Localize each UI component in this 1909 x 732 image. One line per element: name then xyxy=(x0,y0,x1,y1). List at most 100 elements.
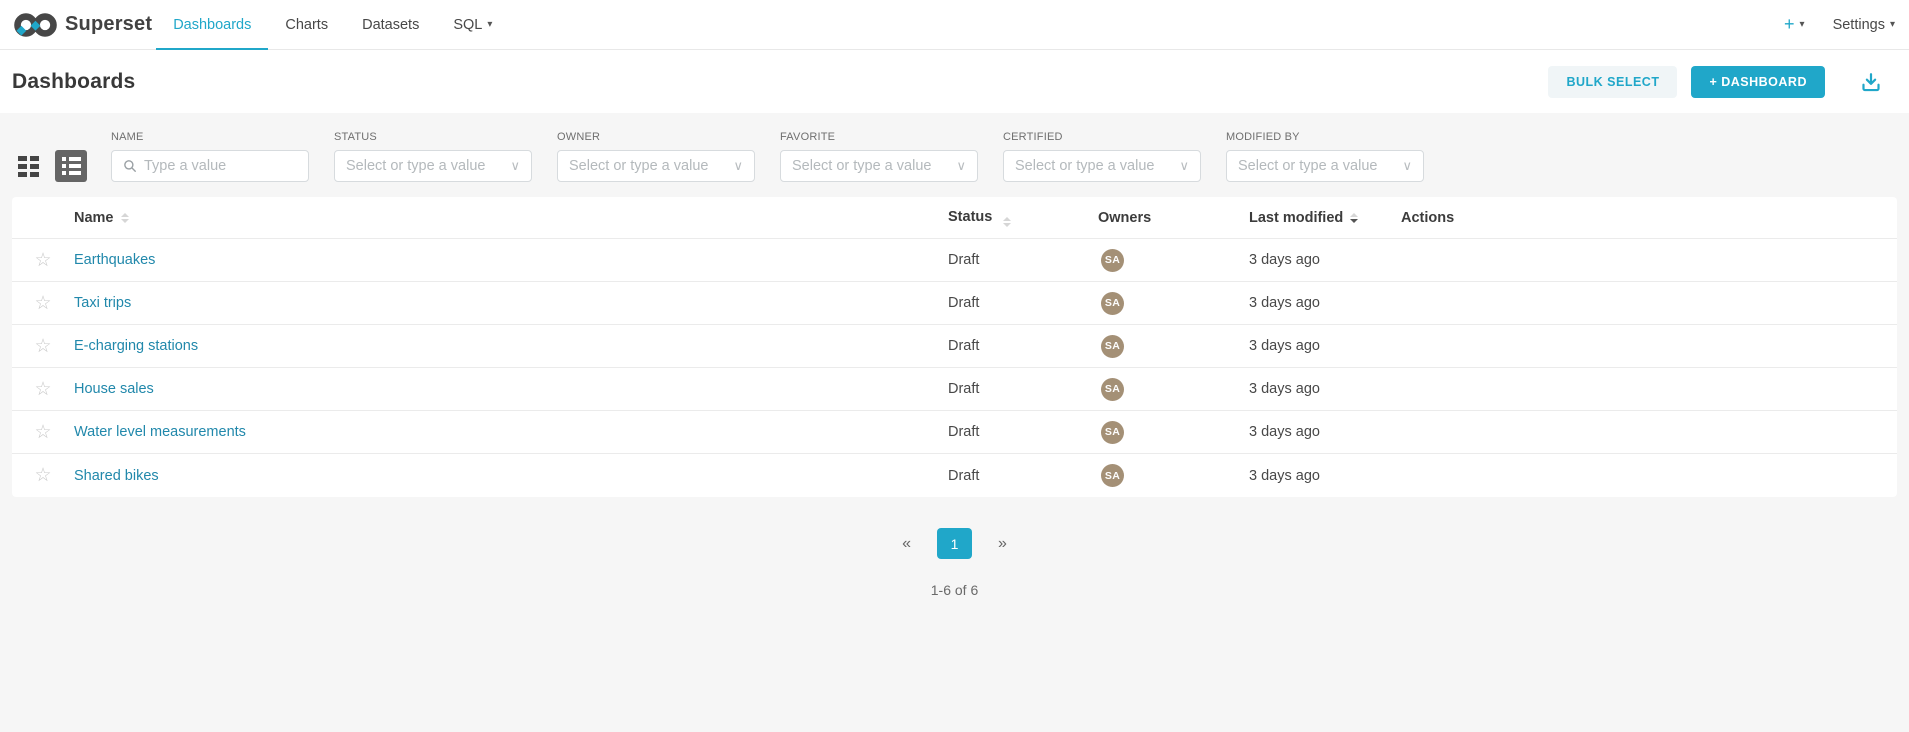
dashboard-link[interactable]: E-charging stations xyxy=(74,338,198,354)
name-search-input[interactable] xyxy=(144,158,297,174)
nav-tab-datasets[interactable]: Datasets xyxy=(345,0,436,49)
pagination: « 1 » xyxy=(0,528,1909,559)
owner-avatar[interactable]: SA xyxy=(1101,421,1124,444)
nav-tab-charts[interactable]: Charts xyxy=(268,0,345,49)
filter-modified-by: MODIFIED BY Select or type a value ∨ xyxy=(1226,131,1424,182)
favorite-star-icon[interactable]: ☆ xyxy=(34,423,51,442)
status-select[interactable]: Select or type a value ∨ xyxy=(334,150,532,182)
table-row: ☆ Earthquakes Draft SA 3 days ago xyxy=(12,239,1897,282)
nav-tab-label: SQL xyxy=(453,17,482,33)
page-header: Dashboards BULK SELECT + DASHBOARD xyxy=(0,50,1909,113)
last-modified-cell: 3 days ago xyxy=(1249,381,1401,397)
owner-avatar[interactable]: SA xyxy=(1101,292,1124,315)
filter-bar: NAME STATUS Select or type a value ∨ OWN… xyxy=(111,131,1424,182)
owner-avatar[interactable]: SA xyxy=(1101,464,1124,487)
chevron-down-icon: ∨ xyxy=(956,158,966,174)
dashboard-link[interactable]: Shared bikes xyxy=(74,468,159,484)
nav-tab-dashboards[interactable]: Dashboards xyxy=(156,0,268,49)
column-header-name[interactable]: Name xyxy=(74,210,948,226)
status-cell: Draft xyxy=(948,381,1098,397)
download-icon xyxy=(1860,71,1882,93)
favorite-star-icon[interactable]: ☆ xyxy=(34,466,51,485)
owner-avatar[interactable]: SA xyxy=(1101,378,1124,401)
nav-tab-sql[interactable]: SQL ▾ xyxy=(436,0,509,49)
last-modified-cell: 3 days ago xyxy=(1249,252,1401,268)
filter-label: CERTIFIED xyxy=(1003,131,1201,143)
settings-menu-button[interactable]: Settings ▾ xyxy=(1833,17,1895,33)
filter-certified: CERTIFIED Select or type a value ∨ xyxy=(1003,131,1201,182)
table-row: ☆ Taxi trips Draft SA 3 days ago xyxy=(12,282,1897,325)
navbar-right: + ▾ Settings ▾ xyxy=(1784,0,1895,49)
owner-avatar[interactable]: SA xyxy=(1101,249,1124,272)
select-placeholder: Select or type a value xyxy=(1238,158,1395,174)
filter-name: NAME xyxy=(111,131,309,182)
filter-owner: OWNER Select or type a value ∨ xyxy=(557,131,755,182)
chevron-down-icon: ∨ xyxy=(1402,158,1412,174)
favorite-star-icon[interactable]: ☆ xyxy=(34,294,51,313)
status-cell: Draft xyxy=(948,295,1098,311)
filter-label: OWNER xyxy=(557,131,755,143)
select-placeholder: Select or type a value xyxy=(346,158,503,174)
owner-select[interactable]: Select or type a value ∨ xyxy=(557,150,755,182)
favorite-star-icon[interactable]: ☆ xyxy=(34,251,51,270)
dashboard-link[interactable]: Taxi trips xyxy=(74,295,131,311)
header-actions: BULK SELECT + DASHBOARD xyxy=(1548,66,1882,98)
import-dashboards-button[interactable] xyxy=(1860,71,1882,93)
favorite-star-icon[interactable]: ☆ xyxy=(34,380,51,399)
table-row: ☆ Water level measurements Draft SA 3 da… xyxy=(12,411,1897,454)
filter-favorite: FAVORITE Select or type a value ∨ xyxy=(780,131,978,182)
status-cell: Draft xyxy=(948,424,1098,440)
filter-label: STATUS xyxy=(334,131,532,143)
filter-label: FAVORITE xyxy=(780,131,978,143)
certified-select[interactable]: Select or type a value ∨ xyxy=(1003,150,1201,182)
next-page-button[interactable]: » xyxy=(989,535,1016,553)
nav-tab-label: Datasets xyxy=(362,17,419,33)
pagination-summary: 1-6 of 6 xyxy=(0,582,1909,598)
sort-icon xyxy=(121,213,129,223)
dashboard-link[interactable]: Earthquakes xyxy=(74,252,155,268)
dashboard-link[interactable]: Water level measurements xyxy=(74,424,246,440)
last-modified-cell: 3 days ago xyxy=(1249,338,1401,354)
table-row: ☆ House sales Draft SA 3 days ago xyxy=(12,368,1897,411)
sort-icon xyxy=(1003,217,1011,227)
add-dashboard-button[interactable]: + DASHBOARD xyxy=(1691,66,1825,98)
dashboard-link[interactable]: House sales xyxy=(74,381,154,397)
current-page-button[interactable]: 1 xyxy=(937,528,972,559)
new-item-menu-button[interactable]: + ▾ xyxy=(1784,14,1805,35)
previous-page-button[interactable]: « xyxy=(893,535,920,553)
name-search-box xyxy=(111,150,309,182)
table-row: ☆ E-charging stations Draft SA 3 days ag… xyxy=(12,325,1897,368)
superset-logo-icon xyxy=(12,10,59,40)
column-header-owners: Owners xyxy=(1098,210,1249,226)
nav-tab-label: Dashboards xyxy=(173,17,251,33)
chevron-down-icon: ∨ xyxy=(510,158,520,174)
chevron-down-icon: ∨ xyxy=(733,158,743,174)
favorite-star-icon[interactable]: ☆ xyxy=(34,337,51,356)
filter-label: NAME xyxy=(111,131,309,143)
plus-icon: + xyxy=(1784,14,1795,35)
chevron-down-icon: ∨ xyxy=(1179,158,1189,174)
modified-by-select[interactable]: Select or type a value ∨ xyxy=(1226,150,1424,182)
select-placeholder: Select or type a value xyxy=(792,158,949,174)
card-view-toggle[interactable] xyxy=(12,150,44,182)
superset-brand[interactable]: Superset xyxy=(12,0,152,49)
owner-avatar[interactable]: SA xyxy=(1101,335,1124,358)
main-navigation: Dashboards Charts Datasets SQL ▾ xyxy=(156,0,509,49)
favorite-select[interactable]: Select or type a value ∨ xyxy=(780,150,978,182)
column-header-status[interactable]: Status xyxy=(948,209,1098,227)
list-view-toggle[interactable] xyxy=(55,150,87,182)
table-header-row: Name Status Owners Last modified Actions xyxy=(12,197,1897,239)
status-cell: Draft xyxy=(948,338,1098,354)
chevron-down-icon: ▾ xyxy=(1800,19,1805,30)
column-header-last-modified[interactable]: Last modified xyxy=(1249,210,1401,226)
top-navbar: Superset Dashboards Charts Datasets SQL … xyxy=(0,0,1909,50)
bulk-select-button[interactable]: BULK SELECT xyxy=(1548,66,1677,98)
list-toolbar: NAME STATUS Select or type a value ∨ OWN… xyxy=(0,113,1909,197)
sort-desc-icon xyxy=(1350,213,1358,223)
filter-status: STATUS Select or type a value ∨ xyxy=(334,131,532,182)
last-modified-cell: 3 days ago xyxy=(1249,468,1401,484)
view-mode-toggles xyxy=(12,150,87,182)
settings-label: Settings xyxy=(1833,17,1885,33)
last-modified-cell: 3 days ago xyxy=(1249,295,1401,311)
content-area: NAME STATUS Select or type a value ∨ OWN… xyxy=(0,113,1909,732)
